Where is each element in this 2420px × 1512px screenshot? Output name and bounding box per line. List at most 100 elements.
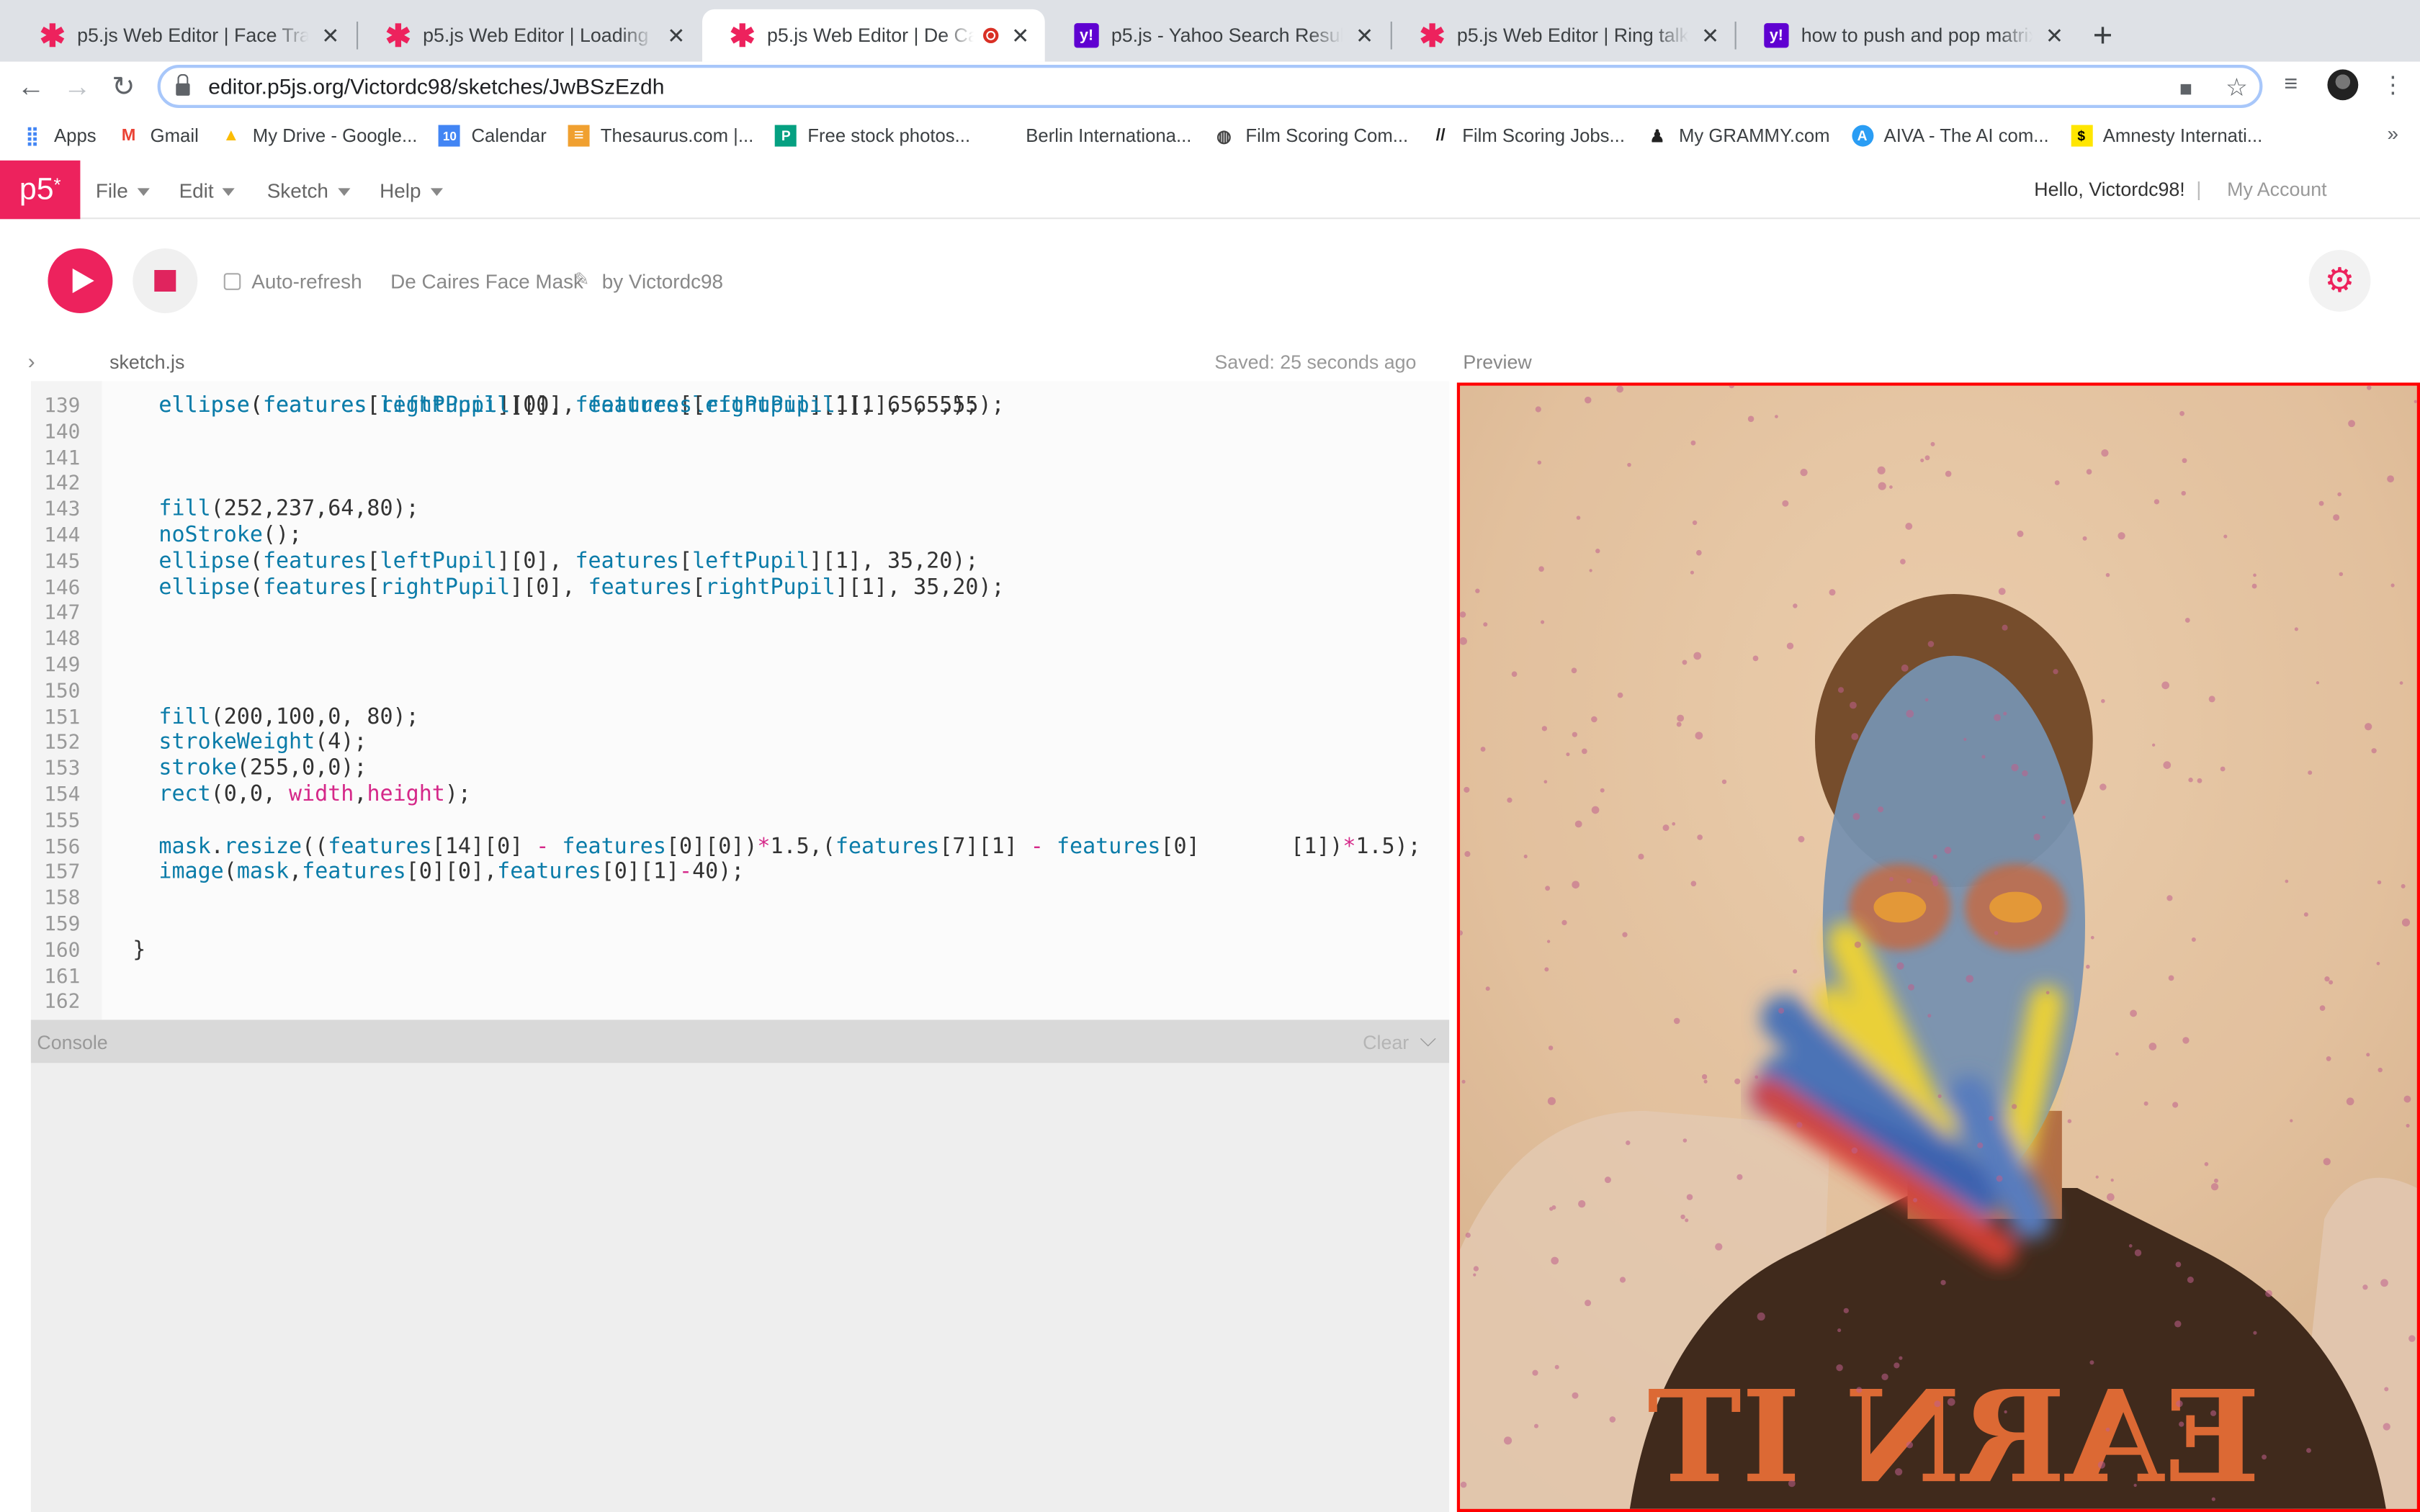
bookmarks-bar: ⣿ Apps M Gmail ▲ My Drive - Google... 10 Cal… (0, 117, 2420, 154)
bookmark-gmail[interactable]: M Gmail (118, 125, 199, 147)
code-line: 140 (31, 419, 1449, 445)
bookmark-label: Gmail (150, 125, 199, 147)
bookmark-label: Calendar (471, 125, 547, 147)
aiva-icon: A (1851, 125, 1873, 147)
code-line: 151 fill(200,100,0, 80); (31, 704, 1449, 730)
bookmark-label: Film Scoring Com... (1245, 125, 1409, 147)
bookmark-calendar[interactable]: 10 Calendar (439, 125, 547, 147)
line-number: 159 (44, 913, 81, 937)
kebab-menu-icon[interactable]: ⋮ (2381, 71, 2404, 99)
line-number: 151 (44, 706, 81, 729)
line-number: 140 (44, 420, 81, 444)
pencil-edit-icon[interactable]: ✎ (574, 269, 590, 290)
camera-icon[interactable]: ■ (2179, 76, 2192, 100)
bookmark-film-scoring-com[interactable]: ◍ Film Scoring Com... (1213, 125, 1408, 147)
code-line: 152 strokeWeight(4); (31, 730, 1449, 756)
browser-tab-strip: ✱ p5.js Web Editor | Face Tracking ✕ ✱ p… (0, 0, 2420, 62)
close-tab-icon[interactable]: ✕ (667, 22, 685, 48)
menu-sketch[interactable]: Sketch (267, 179, 350, 202)
code-line: 159 (31, 912, 1449, 937)
webcam-face-mask-render: EARN IT (1460, 385, 2417, 1509)
code-text: mask.resize((features[14][0] - features[… (158, 834, 1421, 859)
close-tab-icon[interactable]: ✕ (321, 22, 339, 48)
bookmark-drive[interactable]: ▲ My Drive - Google... (220, 125, 417, 147)
line-number: 157 (44, 861, 81, 885)
file-name: sketch.js (109, 351, 185, 374)
bookmark-amnesty[interactable]: $ Amnesty Internati... (2070, 125, 2262, 147)
line-number: 149 (44, 654, 81, 678)
code-line: 149 (31, 652, 1449, 678)
menu-file[interactable]: File (96, 179, 150, 202)
console-clear-button[interactable]: Clear (1363, 1032, 1409, 1054)
console-output (30, 1063, 1450, 1512)
bookmark-thesaurus[interactable]: ≡ Thesaurus.com |... (568, 125, 753, 147)
line-number: 145 (44, 550, 81, 574)
close-tab-icon[interactable]: ✕ (1011, 22, 1029, 48)
pexels-icon: P (775, 125, 797, 147)
browser-tab[interactable]: y! how to push and pop matrix in p5 ✕ (1736, 9, 2079, 62)
bookmark-label: Berlin Internationa... (1026, 125, 1192, 147)
yahoo-icon: y! (1764, 23, 1789, 48)
tab-title: p5.js - Yahoo Search Results Yahoo (1111, 24, 1343, 47)
chevron-down-icon[interactable]: ⌵ (1420, 1026, 1436, 1052)
settings-gear-button[interactable]: ⚙ (2308, 250, 2371, 312)
expand-sidebar-chevron-icon[interactable]: › (28, 348, 35, 373)
p5-logo[interactable]: p5 * (0, 160, 81, 220)
reload-icon[interactable]: ↻ (105, 68, 142, 104)
gmail-icon: M (121, 126, 136, 145)
bookmark-label: Free stock photos... (807, 125, 971, 147)
line-number: 144 (44, 524, 81, 548)
line-number: 147 (44, 602, 81, 626)
slash-logo-icon: // (1435, 126, 1446, 145)
browser-tab[interactable]: ✱ p5.js Web Editor | Ring talk ✕ (1392, 9, 1735, 62)
sketch-preview-canvas[interactable]: EARN IT (1456, 382, 2420, 1512)
user-greeting: Hello, Victordc98! (2034, 179, 2185, 201)
bookmark-apps[interactable]: ⣿ Apps (22, 125, 97, 147)
bookmark-aiva[interactable]: A AIVA - The AI com... (1851, 125, 2049, 147)
code-text: } (133, 937, 146, 963)
console-header[interactable]: Console Clear ⌵ (30, 1020, 1450, 1063)
my-account-menu[interactable]: My Account (2227, 179, 2326, 201)
bookmark-grammy[interactable]: ♟ My GRAMMY.com (1646, 125, 1829, 147)
line-number: 141 (44, 446, 81, 470)
auto-refresh-label: Auto-refresh (251, 270, 362, 294)
new-tab-icon[interactable]: + (2093, 15, 2113, 55)
media-control-icon[interactable]: ≡ (2284, 71, 2298, 97)
close-tab-icon[interactable]: ✕ (2045, 22, 2063, 48)
bookmark-stock-photos[interactable]: P Free stock photos... (775, 125, 970, 147)
tab-title: p5.js Web Editor | Ring talk (1456, 24, 1689, 47)
close-tab-icon[interactable]: ✕ (1701, 22, 1719, 48)
back-arrow-icon[interactable]: ← (12, 68, 49, 104)
line-number: 142 (44, 472, 81, 496)
preview-label: Preview (1463, 351, 1532, 374)
bookmark-film-scoring-jobs[interactable]: // Film Scoring Jobs... (1430, 125, 1625, 147)
bookmarks-overflow-icon[interactable]: » (2387, 122, 2398, 145)
forward-arrow-icon[interactable]: → (58, 68, 95, 104)
menu-edit[interactable]: Edit (179, 179, 236, 202)
sketch-owner[interactable]: by Victordc98 (602, 270, 723, 293)
star-bookmark-icon[interactable]: ☆ (2226, 73, 2248, 104)
google-drive-icon: ▲ (223, 126, 240, 145)
address-bar[interactable]: editor.p5js.org/Victordc98/sketches/JwBS… (157, 65, 2263, 108)
close-tab-icon[interactable]: ✕ (1355, 22, 1373, 48)
play-button[interactable] (48, 248, 113, 313)
code-text: fill(252,237,64,80); (158, 497, 419, 522)
code-line: 142 (31, 471, 1449, 497)
browser-tab[interactable]: y! p5.js - Yahoo Search Results Yahoo ✕ (1047, 9, 1389, 62)
gear-icon: ⚙ (2324, 261, 2355, 300)
auto-refresh-checkbox[interactable] (223, 273, 241, 290)
tab-title: how to push and pop matrix in p5 (1801, 24, 2033, 47)
browser-tab[interactable]: ✱ p5.js Web Editor | Loading Images ✕ (358, 9, 701, 62)
profile-avatar[interactable] (2327, 69, 2359, 101)
chevron-down-icon (137, 188, 150, 197)
p5-asterisk-icon: ✱ (39, 19, 66, 53)
browser-tab[interactable]: ✱ p5.js Web Editor | Face Tracking ✕ (12, 9, 355, 62)
stop-button[interactable] (133, 248, 198, 313)
code-text: noStroke(); (158, 523, 302, 548)
menu-help[interactable]: Help (380, 179, 443, 202)
code-editor[interactable]: ellipse(features[leftPupil][0], features… (30, 381, 1450, 1020)
apps-grid-icon: ⣿ (25, 125, 40, 147)
browser-tab-active[interactable]: ✱ p5.js Web Editor | De Caires Face Mask… (702, 9, 1045, 62)
bookmark-berlin[interactable]: Berlin Internationa... (1026, 125, 1191, 147)
sketch-name[interactable]: De Caires Face Mask (390, 270, 583, 293)
